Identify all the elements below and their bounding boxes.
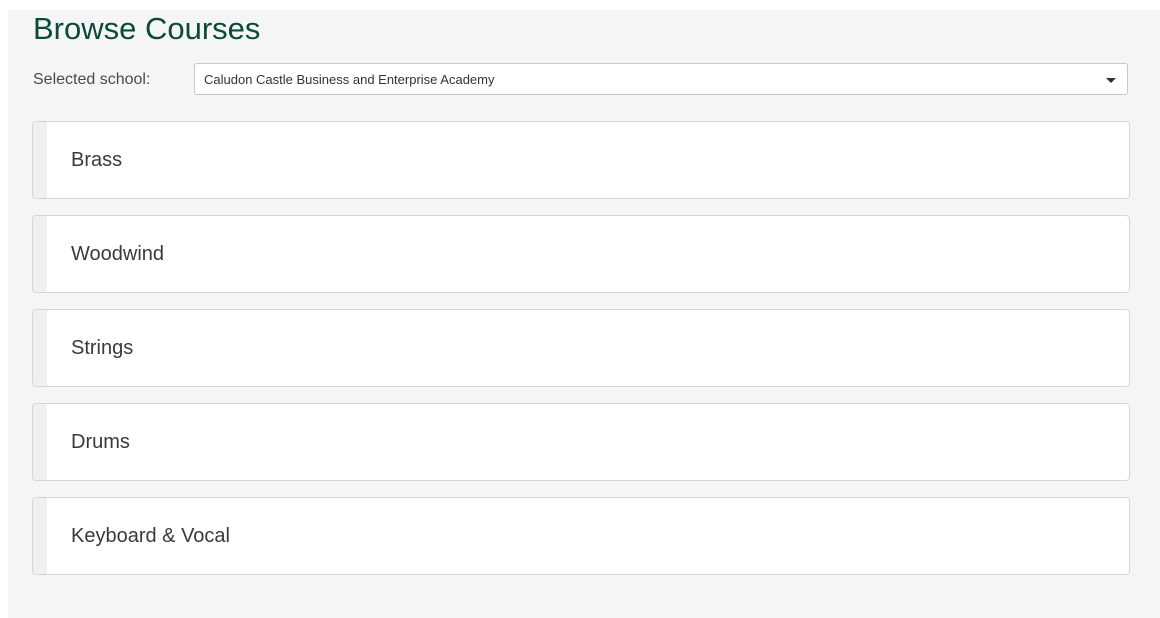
caret-down-icon (1106, 78, 1116, 83)
course-card-brass[interactable]: Brass (32, 121, 1130, 199)
course-label: Drums (71, 431, 130, 453)
course-label: Strings (71, 337, 134, 359)
course-card-keyboard-vocal[interactable]: Keyboard & Vocal (32, 497, 1130, 575)
school-select-dropdown[interactable]: Caludon Castle Business and Enterprise A… (194, 63, 1128, 95)
course-label: Woodwind (71, 243, 165, 265)
browse-courses-panel: Browse Courses Selected school: Caludon … (8, 10, 1160, 618)
school-selector-label: Selected school: (33, 71, 151, 88)
course-card-woodwind[interactable]: Woodwind (32, 215, 1130, 293)
school-selector-row: Selected school: (33, 64, 156, 96)
course-category-list: Brass Woodwind Strings Drums Keyboard & … (32, 121, 1130, 591)
course-card-strings[interactable]: Strings (32, 309, 1130, 387)
course-label: Brass (71, 149, 123, 171)
course-card-drums[interactable]: Drums (32, 403, 1130, 481)
course-label: Keyboard & Vocal (71, 525, 230, 547)
page-title: Browse Courses (33, 11, 261, 46)
school-select-value: Caludon Castle Business and Enterprise A… (204, 72, 495, 87)
